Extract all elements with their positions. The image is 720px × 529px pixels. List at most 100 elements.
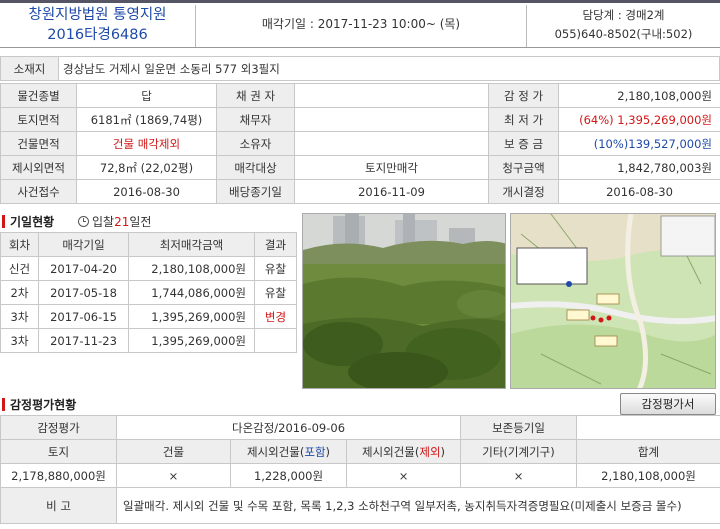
history-price: 1,744,086,000원 xyxy=(128,280,255,305)
claim-amount-value: 1,842,780,003원 xyxy=(558,155,720,180)
history-result xyxy=(254,328,297,353)
appraisal-header-extra-excluded: 제시외건물(제외) xyxy=(345,439,462,464)
case-header: 창원지방법원 통영지원 2016타경6486 매각기일 : 2017-11-23… xyxy=(0,0,720,48)
appraisal-table: 감정평가 다온감정/2016-09-06 보존등기일 토지 건물 제시외건물(포… xyxy=(0,415,720,524)
address-value: 경상남도 거제시 일운면 소동리 577 외3필지 xyxy=(58,56,720,81)
history-header-date: 매각기일 xyxy=(38,232,129,257)
history-header-result: 결과 xyxy=(254,232,297,257)
history-date: 2017-06-15 xyxy=(38,304,129,329)
summary-row: 건물면적 건물 매각제외 소유자 보 증 금 (10%)139,527,000원 xyxy=(0,131,720,156)
table-row: 3차 2017-06-15 1,395,269,000원 변경 xyxy=(0,304,297,329)
address-label: 소재지 xyxy=(0,56,59,81)
history-price: 2,180,108,000원 xyxy=(128,256,255,281)
history-header-row: 회차 매각기일 최저매각금액 결과 xyxy=(0,232,297,257)
history-round: 3차 xyxy=(0,304,39,329)
location-map[interactable] xyxy=(510,213,716,389)
extra-area-label: 제시외면적 xyxy=(0,155,77,180)
appraisal-land-value: 2,178,880,000원 xyxy=(0,463,117,488)
appraisal-values-row: 2,178,880,000원 × 1,228,000원 × × 2,180,10… xyxy=(0,463,720,488)
section-bar-icon xyxy=(2,398,5,411)
claim-amount-label: 청구금액 xyxy=(488,155,559,180)
address-table: 소재지 경상남도 거제시 일운면 소동리 577 외3필지 xyxy=(0,56,720,81)
deposit-value: (10%)139,527,000원 xyxy=(558,131,720,156)
land-area-label: 토지면적 xyxy=(0,107,77,132)
court-name: 창원지방법원 통영지원 xyxy=(28,7,167,23)
appraisal-report-button[interactable]: 감정평가서 xyxy=(620,393,716,415)
extra-area-value: 72,8㎡ (22,02평) xyxy=(76,155,217,180)
history-date: 2017-05-18 xyxy=(38,280,129,305)
appraisal-other-value: × xyxy=(460,463,578,488)
sale-target-label: 매각대상 xyxy=(216,155,295,180)
debtor-label: 채무자 xyxy=(216,107,295,132)
appraisal-header-total: 합계 xyxy=(576,439,720,464)
sale-target-value: 토지만매각 xyxy=(294,155,489,180)
appraisal-extra-included-value: 1,228,000원 xyxy=(230,463,347,488)
preservation-registration-value xyxy=(576,415,720,440)
section-bar-icon xyxy=(2,215,5,228)
table-row: 신건 2017-04-20 2,180,108,000원 유찰 xyxy=(0,256,297,281)
history-header-round: 회차 xyxy=(0,232,39,257)
appraisal-extra-excluded-value: × xyxy=(345,463,462,488)
note-value: 일괄매각. 제시외 건물 및 수목 포함, 목록 1,2,3 소하천구역 일부저… xyxy=(115,487,720,524)
property-photo[interactable] xyxy=(302,213,506,389)
appraisal-title: 감정평가현황 xyxy=(10,398,77,412)
appraisal-header-land: 토지 xyxy=(0,439,117,464)
history-round: 3차 xyxy=(0,328,39,353)
summary-row: 제시외면적 72,8㎡ (22,02평) 매각대상 토지만매각 청구금액 1,8… xyxy=(0,155,720,180)
summary-row: 토지면적 6181㎡ (1869,74평) 채무자 최 저 가 (64%) 1,… xyxy=(0,107,720,132)
dividend-deadline-value: 2016-11-09 xyxy=(294,179,489,204)
appraisal-building-value: × xyxy=(116,463,231,488)
history-round: 2차 xyxy=(0,280,39,305)
case-received-value: 2016-08-30 xyxy=(76,179,217,204)
history-result: 유찰 xyxy=(254,256,297,281)
minimum-price-label: 최 저 가 xyxy=(488,107,559,132)
history-title: 기일현황 xyxy=(10,215,55,229)
table-row: 2차 2017-05-18 1,744,086,000원 유찰 xyxy=(0,280,297,305)
summary-table: 물건종별 답 채 권 자 감 정 가 2,180,108,000원 토지면적 6… xyxy=(0,83,720,204)
department-name: 담당계 : 경매2계 xyxy=(582,8,665,22)
appraisal-total-value: 2,180,108,000원 xyxy=(576,463,720,488)
department-phone: 055)640-8502(구내:502) xyxy=(554,27,693,41)
history-price: 1,395,269,000원 xyxy=(128,304,255,329)
bid-countdown-prefix: 입찰 xyxy=(92,215,115,229)
owner-label: 소유자 xyxy=(216,131,295,156)
history-price: 1,395,269,000원 xyxy=(128,328,255,353)
minimum-price-value: (64%) 1,395,269,000원 xyxy=(558,107,720,132)
history-round: 신건 xyxy=(0,256,39,281)
creditor-label: 채 권 자 xyxy=(216,83,295,108)
commencement-label: 개시결정 xyxy=(488,179,559,204)
appraised-price-label: 감 정 가 xyxy=(488,83,559,108)
appraisal-info-row: 감정평가 다온감정/2016-09-06 보존등기일 xyxy=(0,415,720,440)
commencement-value: 2016-08-30 xyxy=(558,179,720,204)
debtor-value xyxy=(294,107,489,132)
preservation-registration-label: 보존등기일 xyxy=(460,415,578,440)
history-date: 2017-04-20 xyxy=(38,256,129,281)
table-row: 3차 2017-11-23 1,395,269,000원 xyxy=(0,328,297,353)
property-photo-image xyxy=(303,214,505,388)
land-area-value: 6181㎡ (1869,74평) xyxy=(76,107,217,132)
appraisal-header-row: 토지 건물 제시외건물(포함) 제시외건물(제외) 기타(기계기구) 합계 xyxy=(0,439,720,464)
owner-value xyxy=(294,131,489,156)
item-type-label: 물건종별 xyxy=(0,83,77,108)
bid-countdown-days: 21 xyxy=(114,215,130,229)
appraisal-header-building: 건물 xyxy=(116,439,231,464)
auction-date: 매각기일 : 2017-11-23 10:00~ (목) xyxy=(261,17,461,31)
history-table: 회차 매각기일 최저매각금액 결과 신건 2017-04-20 2,180,10… xyxy=(0,232,297,353)
court-info: 창원지방법원 통영지원 2016타경6486 xyxy=(0,5,195,45)
summary-row: 사건접수 2016-08-30 배당종기일 2016-11-09 개시결정 20… xyxy=(0,179,720,204)
dividend-deadline-label: 배당종기일 xyxy=(216,179,295,204)
history-date: 2017-11-23 xyxy=(38,328,129,353)
history-header-price: 최저매각금액 xyxy=(128,232,255,257)
case-received-label: 사건접수 xyxy=(0,179,77,204)
appraisal-header-other: 기타(기계기구) xyxy=(460,439,578,464)
location-map-image xyxy=(511,214,715,388)
bid-countdown[interactable]: 입찰21일전 xyxy=(78,213,151,230)
history-result: 유찰 xyxy=(254,280,297,305)
appraised-price-value: 2,180,108,000원 xyxy=(558,83,720,108)
creditor-value xyxy=(294,83,489,108)
appraiser-label: 감정평가 xyxy=(0,415,117,440)
note-label: 비 고 xyxy=(0,487,117,524)
appraiser-value: 다온감정/2016-09-06 xyxy=(115,415,462,440)
appraisal-header-extra-included: 제시외건물(포함) xyxy=(230,439,347,464)
building-area-value: 건물 매각제외 xyxy=(76,131,217,156)
